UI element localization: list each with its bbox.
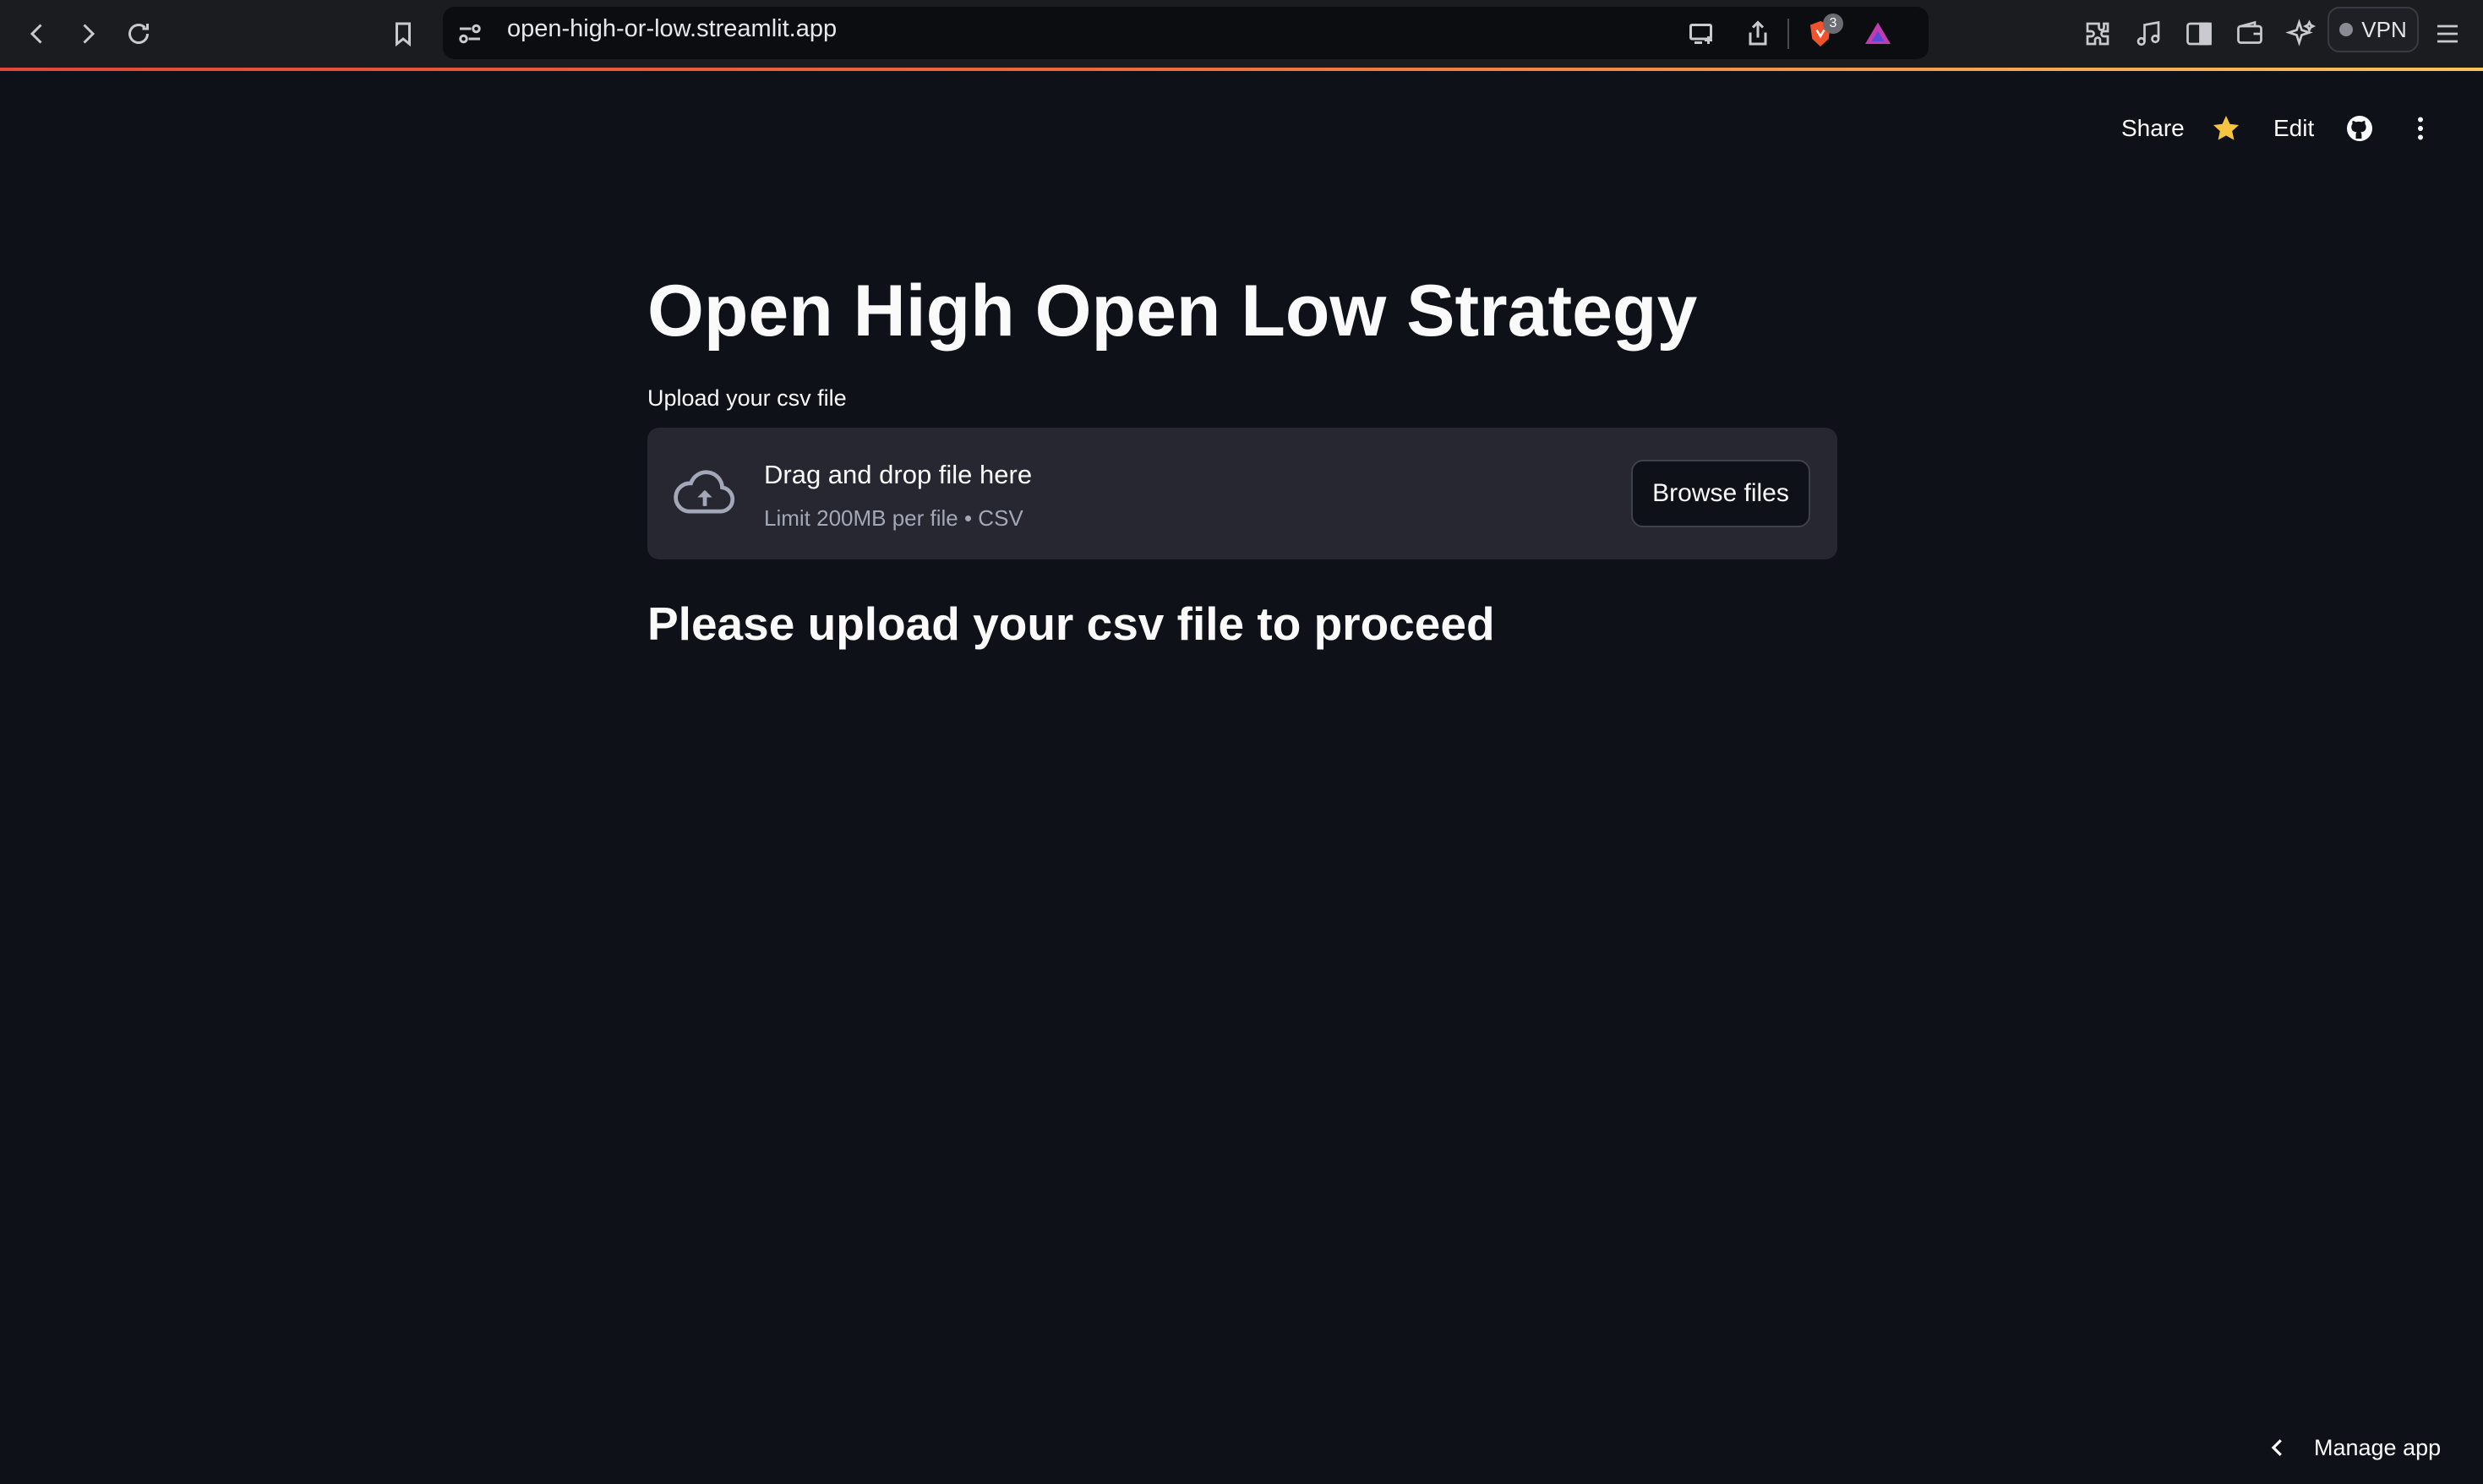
uploader-label: Upload your csv file <box>647 385 847 411</box>
star-icon[interactable] <box>2209 112 2243 145</box>
share-page-icon[interactable] <box>1739 15 1776 52</box>
browser-toolbar: open-high-or-low.streamlit.app 3 VPN <box>0 0 2483 68</box>
toolbar-divider <box>1787 19 1789 49</box>
file-dropzone[interactable]: Drag and drop file here Limit 200MB per … <box>647 428 1837 559</box>
wallet-icon[interactable] <box>2231 15 2268 52</box>
file-limit-text: Limit 200MB per file • CSV <box>764 505 1023 531</box>
brave-rewards-icon[interactable] <box>1859 15 1896 52</box>
manage-app-label: Manage app <box>2314 1434 2442 1460</box>
url-text[interactable]: open-high-or-low.streamlit.app <box>507 15 837 43</box>
leo-ai-icon[interactable] <box>2282 15 2319 52</box>
share-button[interactable]: Share <box>2121 115 2185 142</box>
browse-files-button[interactable]: Browse files <box>1631 460 1810 527</box>
edit-button[interactable]: Edit <box>2273 115 2314 142</box>
upload-cloud-icon <box>674 470 735 514</box>
page-title: Open High Open Low Strategy <box>647 270 1698 352</box>
cast-icon[interactable] <box>1684 15 1721 52</box>
chevron-left-icon <box>2271 1439 2282 1456</box>
main-menu-icon[interactable] <box>2404 112 2437 145</box>
vpn-status-icon <box>2339 23 2354 36</box>
sidebar-toggle-icon[interactable] <box>2180 15 2218 52</box>
vpn-label: VPN <box>2361 16 2407 42</box>
vpn-button[interactable]: VPN <box>2327 7 2419 52</box>
menu-icon[interactable] <box>2429 15 2466 52</box>
github-icon[interactable] <box>2343 112 2377 145</box>
bookmark-icon[interactable] <box>385 15 422 52</box>
drop-instruction: Drag and drop file here <box>764 460 1033 489</box>
manage-app-button[interactable]: Manage app <box>2265 1427 2441 1469</box>
site-settings-icon[interactable] <box>451 15 488 52</box>
back-icon[interactable] <box>19 15 56 52</box>
forward-icon[interactable] <box>69 15 106 52</box>
reload-icon[interactable] <box>120 15 157 52</box>
status-message: Please upload your csv file to proceed <box>647 597 1495 650</box>
shields-badge: 3 <box>1823 14 1843 34</box>
page-load-bar <box>0 68 2483 71</box>
music-icon[interactable] <box>2130 15 2167 52</box>
extensions-icon[interactable] <box>2079 15 2116 52</box>
